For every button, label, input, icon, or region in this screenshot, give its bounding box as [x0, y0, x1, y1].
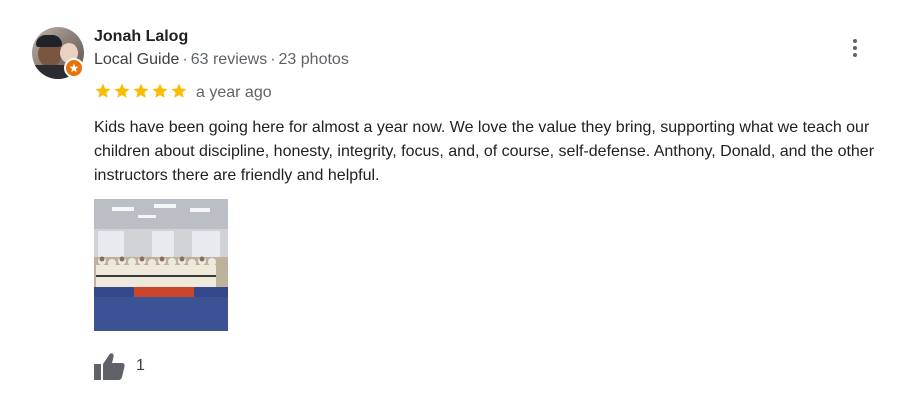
like-button[interactable]: 1 — [94, 352, 145, 380]
more-vert-icon — [853, 39, 857, 43]
star-rating — [94, 82, 188, 100]
review-text: Kids have been going here for almost a y… — [94, 119, 875, 184]
author-name[interactable]: Jonah Lalog — [94, 28, 188, 46]
local-guide-label: Local Guide — [94, 51, 180, 68]
author-meta: Local Guide · 63 reviews · 23 photos — [94, 51, 349, 69]
review-time: a year ago — [196, 84, 272, 101]
star-icon — [152, 83, 168, 98]
local-guide-badge-icon — [64, 58, 84, 78]
star-icon — [133, 83, 149, 98]
review-count: 63 reviews — [190, 51, 268, 68]
avatar-cap — [36, 35, 62, 47]
meta-separator: · — [182, 51, 188, 68]
more-options-button[interactable] — [844, 36, 866, 60]
photo-count: 23 photos — [278, 51, 349, 68]
like-count: 1 — [136, 357, 145, 374]
star-icon — [114, 83, 130, 98]
review-photo[interactable] — [94, 199, 228, 331]
star-icon — [171, 83, 187, 98]
meta-separator: · — [270, 51, 276, 68]
thumbs-up-icon — [94, 353, 125, 380]
star-icon — [95, 83, 111, 98]
